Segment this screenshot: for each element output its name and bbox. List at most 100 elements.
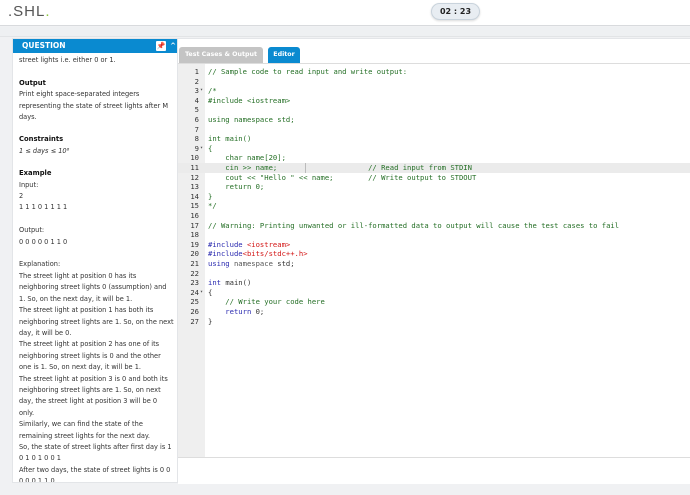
code-text: // Warning: Printing unwanted or ill-for… <box>208 221 619 231</box>
code-line[interactable]: 17 // Warning: Printing unwanted or ill-f… <box>178 221 690 231</box>
fold-toggle-icon[interactable]: ▾ <box>200 86 203 96</box>
pin-icon[interactable]: 📌 <box>156 41 166 51</box>
code-text: int main() <box>208 278 251 288</box>
fold-toggle-icon[interactable]: ▾ <box>200 288 203 298</box>
input-label: Input: <box>19 180 39 189</box>
code-text: */ <box>208 201 217 211</box>
code-line[interactable]: 3 ▾ /* <box>178 86 690 96</box>
code-text: cout << "Hello " << name; // Write outpu… <box>208 173 476 183</box>
code-text: cin >> name; // Read input from STDIN <box>208 163 472 173</box>
code-text: // Write your code here <box>208 297 325 307</box>
code-line[interactable]: 14} <box>178 192 690 202</box>
line-number: 22 <box>190 268 199 278</box>
code-text: } <box>208 317 212 327</box>
code-line[interactable]: 9 ▾ { <box>178 144 690 154</box>
line-number: 5 <box>194 105 199 115</box>
code-token: return <box>208 307 256 316</box>
code-text: } <box>208 192 212 202</box>
code-token: using namespace std; <box>208 115 295 124</box>
line-number: 26 <box>190 307 199 316</box>
code-text: #include<bits/stdc++.h> <box>208 249 308 259</box>
code-token: cout << "Hello " << name; // Write outpu… <box>208 172 477 182</box>
code-token: int main() <box>208 134 252 144</box>
code-token: } <box>208 316 213 326</box>
question-body: integers representing the current state … <box>19 44 174 482</box>
code-line[interactable]: 7 <box>178 125 690 135</box>
code-line[interactable]: 11 cin >> name; // Read input from STDIN <box>178 163 690 173</box>
code-line[interactable]: 10 char name[20]; <box>178 153 690 163</box>
code-line[interactable]: 12 cout << "Hello " << name; // Write ou… <box>178 173 690 183</box>
code-line[interactable]: 23 int main() <box>178 278 690 288</box>
editor-footer <box>178 459 690 484</box>
output-heading: Output <box>19 78 46 87</box>
constraint-text: 1 ≤ days ≤ 10⁶ <box>19 146 70 155</box>
fold-toggle-icon[interactable]: ▾ <box>200 144 203 154</box>
code-line[interactable]: 8 int main() <box>178 134 690 144</box>
line-number: 3 <box>194 86 199 96</box>
code-token: #include <box>208 239 247 249</box>
shl-logo: .SHL. <box>8 3 51 20</box>
line-number: 8 <box>194 134 199 144</box>
code-line[interactable]: 20 #include<bits/stdc++.h> <box>178 249 690 259</box>
question-panel: QUESTION 📌 ^ integers representing the c… <box>12 38 178 483</box>
code-line[interactable]: 27} <box>178 317 690 327</box>
code-token: /* <box>208 86 217 96</box>
code-token: #include <iostream> <box>208 95 291 105</box>
code-line[interactable]: 21 using namespace std; <box>178 259 690 269</box>
code-text: char name[20]; <box>208 153 286 163</box>
constraints-heading: Constraints <box>19 135 64 144</box>
code-token: char name[20]; <box>208 153 286 163</box>
code-line[interactable]: 5 <box>178 105 690 115</box>
code-line[interactable]: 6 using namespace std; <box>178 115 690 125</box>
line-number: 6 <box>194 115 199 124</box>
explanation-line: So, the state of street lights after fir… <box>19 442 172 463</box>
code-editor[interactable]: 1 // Sample code to read input and write … <box>178 63 690 458</box>
code-line[interactable]: 19 #include <iostream> <box>178 240 690 250</box>
code-token: int <box>208 278 226 288</box>
example-heading: Example <box>19 169 52 178</box>
line-number: 12 <box>190 172 199 182</box>
code-token: std; <box>277 259 295 268</box>
tab-test-cases-output[interactable]: Test Cases & Output <box>179 47 263 63</box>
question-title: QUESTION <box>22 41 66 50</box>
code-line[interactable]: 16 <box>178 211 690 221</box>
code-line[interactable]: 15 */ <box>178 201 690 211</box>
explanation-line: Similarly, we can find the state of the … <box>19 420 150 440</box>
tab-editor[interactable]: Editor <box>268 47 300 63</box>
code-text: return 0; <box>208 307 264 317</box>
explanation-line: The street light at position 3 is 0 and … <box>19 374 168 417</box>
line-number: 7 <box>194 124 199 134</box>
chevron-up-icon[interactable]: ^ <box>170 39 176 53</box>
explanation-line: The street light at position 0 has its n… <box>19 271 167 303</box>
code-line[interactable]: 4 #include <iostream> <box>178 96 690 106</box>
line-number: 20 <box>190 249 199 259</box>
code-line[interactable]: 22 <box>178 269 690 279</box>
output-value: 0 0 0 0 0 1 1 0 <box>19 237 68 246</box>
code-token: <iostream> <box>246 239 291 249</box>
line-number: 19 <box>190 239 199 249</box>
line-number: 17 <box>190 220 199 230</box>
code-token: main() <box>225 278 252 288</box>
line-number: 16 <box>190 211 199 220</box>
code-token: } <box>208 191 213 201</box>
code-token: #include <box>208 249 243 259</box>
code-line[interactable]: 24 ▾ { <box>178 288 690 298</box>
code-token: { <box>208 287 213 297</box>
code-line[interactable]: 18 <box>178 230 690 240</box>
code-line[interactable]: 26 return 0; <box>178 307 690 317</box>
line-number: 15 <box>190 201 199 211</box>
output-label: Output: <box>19 226 45 235</box>
code-token: 0; <box>255 307 265 316</box>
input-line: 1 1 1 0 1 1 1 1 <box>19 203 68 212</box>
explanation-line: The street light at position 1 has both … <box>19 306 174 337</box>
code-line[interactable]: 1 // Sample code to read input and write … <box>178 67 690 77</box>
line-number: 14 <box>190 191 199 201</box>
code-line[interactable]: 2 <box>178 77 690 87</box>
output-text: Print eight space-separated integers rep… <box>19 90 169 122</box>
code-token: // Write your code here <box>208 297 325 307</box>
code-line[interactable]: 13 return 0; <box>178 182 690 192</box>
code-text: /* <box>208 86 217 96</box>
code-text: using namespace std; <box>208 115 295 125</box>
code-line[interactable]: 25 // Write your code here <box>178 297 690 307</box>
line-number: 11 <box>190 163 199 172</box>
